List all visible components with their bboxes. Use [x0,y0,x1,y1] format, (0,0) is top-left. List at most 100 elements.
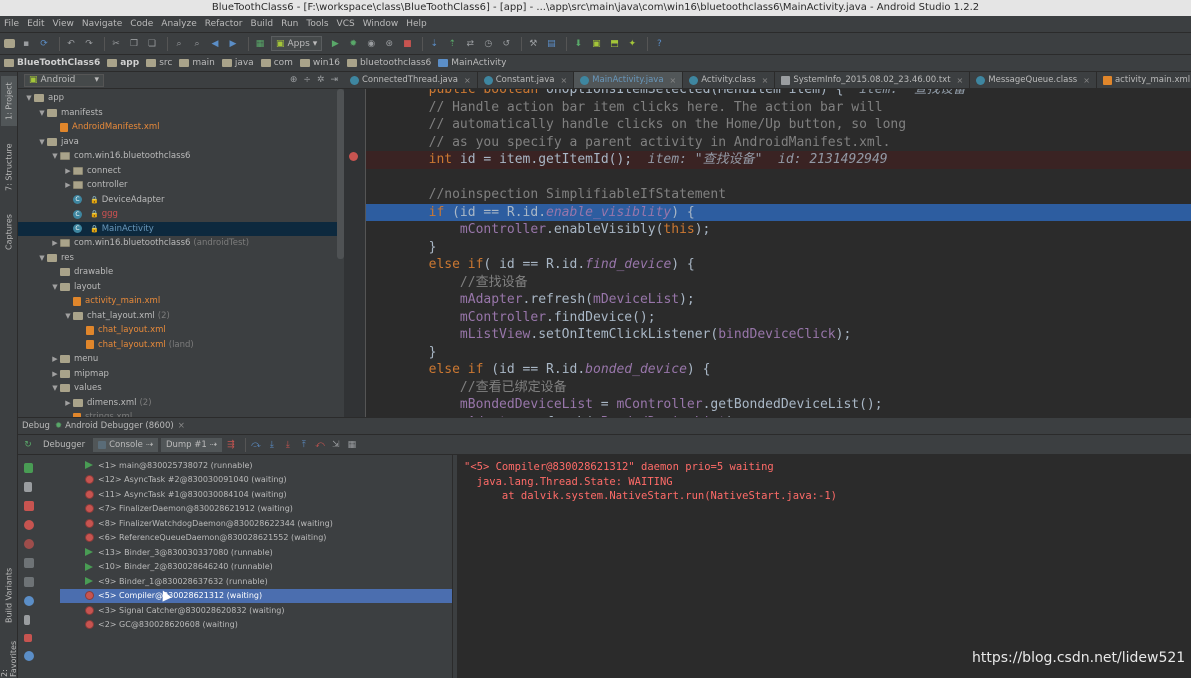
project-view-selector[interactable]: ▣ Android ▾ [24,73,104,87]
editor-tab[interactable]: MessageQueue.class × [970,72,1097,88]
expand-arrow-icon[interactable]: ▼ [37,254,47,262]
editor-tab[interactable]: SystemInfo_2015.08.02_23.46.00.txt × [775,72,971,88]
gear-icon[interactable]: ✲ [317,75,325,85]
thread-row[interactable]: <6> ReferenceQueueDaemon@830028621552 (w… [60,531,470,546]
tree-item[interactable]: activity_main.xml [18,294,344,309]
menu-item-window[interactable]: Window [363,19,399,29]
tab-console[interactable]: Console ⇢ [93,437,158,452]
vcs-commit-icon[interactable]: ⇡ [445,37,459,51]
tree-item[interactable]: chat_layout.xml (land) [18,338,344,353]
resume-icon[interactable] [24,463,33,473]
tool-tab-favorites[interactable]: 2: Favorites [0,641,18,677]
undo-icon[interactable]: ↶ [64,37,78,51]
breadcrumb-item[interactable]: app [107,58,139,68]
expand-arrow-icon[interactable]: ▼ [24,94,34,102]
editor-tab[interactable]: ConnectedThread.java × [344,72,478,88]
menu-item-navigate[interactable]: Navigate [82,19,122,29]
menu-item-code[interactable]: Code [130,19,153,29]
mute-breakpoints-icon[interactable] [24,539,34,549]
menu-item-refactor[interactable]: Refactor [205,19,243,29]
run-icon[interactable]: ▶ [328,37,342,51]
close-icon[interactable]: × [670,76,677,85]
code-line[interactable]: int id = item.getItemId(); item: "查找设备" … [366,151,1191,169]
tree-item[interactable]: ▼ app [18,91,344,106]
code-line[interactable]: else if( id == R.id.find_device) { [366,256,1191,274]
code-line[interactable]: } [366,344,1191,362]
breadcrumb-item[interactable]: MainActivity [438,58,506,68]
code-line[interactable]: public boolean onOptionsItemSelected(Men… [366,89,1191,99]
avd-manager-icon[interactable]: ▣ [589,37,603,51]
breadcrumb-item[interactable]: src [146,58,172,68]
tree-item[interactable]: ▼ com.win16.bluetoothclass6 [18,149,344,164]
menu-item-help[interactable]: Help [406,19,427,29]
thread-row[interactable]: <7> FinalizerDaemon@830028621912 (waitin… [60,502,470,517]
view-breakpoints-icon[interactable] [24,520,34,530]
tab-dump[interactable]: Dump #1 ⇢ [160,437,222,452]
tree-item[interactable]: chat_layout.xml [18,323,344,338]
code-line[interactable]: if (id == R.id.enable_visiblity) { [366,203,1191,221]
close-icon[interactable]: × [762,76,769,85]
thread-row[interactable]: <8> FinalizerWatchdogDaemon@830028622344… [60,516,470,531]
collapse-icon[interactable]: ÷ [303,75,311,85]
expand-arrow-icon[interactable]: ▶ [50,355,60,363]
tool-tab-build-variants[interactable]: Build Variants [1,567,17,623]
thread-row[interactable]: <13> Binder_3@830030337080 (runnable) [60,545,470,560]
attach-debugger-icon[interactable]: ⊛ [382,37,396,51]
code-line[interactable]: } [366,239,1191,257]
sync-icon[interactable]: ⟳ [37,37,51,51]
project-structure-icon[interactable]: ▤ [544,37,558,51]
expand-arrow-icon[interactable]: ▼ [37,138,47,146]
editor-gutter[interactable] [344,89,366,417]
tree-item[interactable]: ▼ res [18,251,344,266]
code-line[interactable]: //查看已绑定设备 [366,379,1191,397]
code-line[interactable]: mAdapter.refresh(mDeviceList); [366,291,1191,309]
forward-icon[interactable]: ▶ [226,37,240,51]
pause-icon[interactable] [24,482,32,492]
code-line[interactable]: // automatically handle clicks on the Ho… [366,116,1191,134]
gradle-sync-icon[interactable]: ⬇ [571,37,585,51]
tree-item[interactable]: C 🔒 DeviceAdapter [18,193,344,208]
run-config-dropdown[interactable]: ▣ Apps ▾ [271,36,323,51]
tree-item[interactable]: ▼ layout [18,280,344,295]
close-icon[interactable]: × [957,76,964,85]
menu-item-file[interactable]: File [4,19,19,29]
breadcrumb-item[interactable]: BlueToothClass6 [4,58,100,68]
close-icon[interactable] [24,634,32,642]
save-icon[interactable]: ▪ [19,37,33,51]
tree-item[interactable]: ▶ com.win16.bluetoothclass6 (androidTest) [18,236,344,251]
close-icon[interactable]: × [1083,76,1090,85]
thread-row[interactable]: <5> Compiler@830028621312 (waiting) [60,588,470,603]
code-line[interactable]: mController.findDevice(); [366,309,1191,327]
tree-item[interactable]: strings.xml [18,410,344,417]
menu-item-edit[interactable]: Edit [27,19,44,29]
breadcrumb-item[interactable]: win16 [299,58,340,68]
pin-tab-icon[interactable] [24,615,30,625]
tree-item[interactable]: ▼ values [18,381,344,396]
breadcrumb-item[interactable]: main [179,58,215,68]
tree-item[interactable]: ▶ dimens.xml (2) [18,396,344,411]
step-out-icon[interactable]: ⤒ [298,439,310,451]
settings-icon[interactable]: ⚒ [526,37,540,51]
show-execution-point-icon[interactable]: ⇶ [225,439,237,451]
vcs-compare-icon[interactable]: ⇄ [463,37,477,51]
code-line[interactable]: // Handle action bar item clicks here. T… [366,99,1191,117]
editor-tab[interactable]: activity_main.xml× [1097,72,1191,88]
tree-item[interactable]: ▶ mipmap [18,367,344,382]
step-into-icon[interactable]: ⤓ [266,439,278,451]
get-thread-dump-icon[interactable] [24,558,34,568]
close-icon[interactable]: × [178,421,185,431]
expand-arrow-icon[interactable]: ▼ [50,283,60,291]
editor-tab[interactable]: Constant.java × [478,72,575,88]
menu-item-run[interactable]: Run [281,19,298,29]
expand-arrow-icon[interactable]: ▶ [63,399,73,407]
expand-arrow-icon[interactable]: ▼ [50,152,60,160]
thread-row[interactable]: <10> Binder_2@830028646240 (runnable) [60,560,470,575]
breadcrumb-item[interactable]: bluetoothclass6 [346,58,431,68]
force-step-into-icon[interactable]: ⤓ [282,439,294,451]
vcs-history-icon[interactable]: ◷ [481,37,495,51]
expand-arrow-icon[interactable]: ▶ [63,181,73,189]
tree-item[interactable]: C 🔒 ggg [18,207,344,222]
breakpoint-icon[interactable] [349,152,358,161]
menu-item-tools[interactable]: Tools [306,19,328,29]
make-project-icon[interactable]: ▦ [253,37,267,51]
